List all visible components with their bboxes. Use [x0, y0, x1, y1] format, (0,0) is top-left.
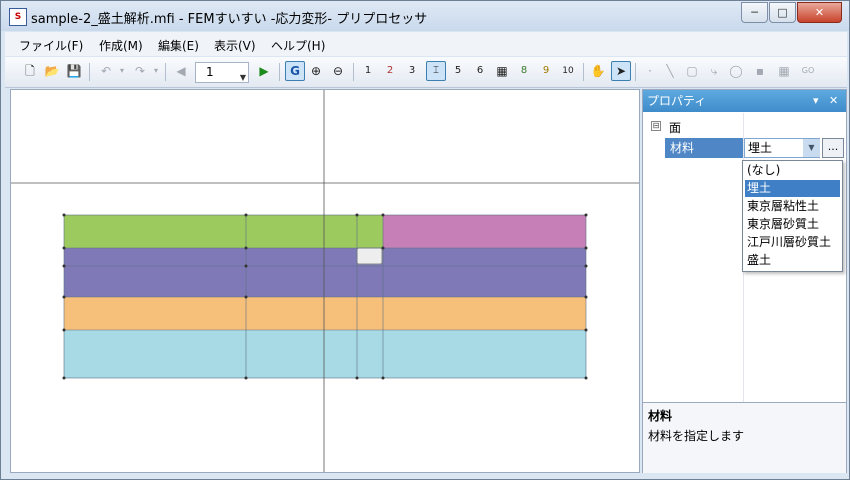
dropdown-option[interactable]: 東京層砂質土	[745, 216, 840, 233]
point-icon[interactable]: ·	[641, 62, 659, 80]
dropdown-option-selected[interactable]: 埋土	[745, 180, 840, 197]
title-bar: S sample-2_盛土解析.mfi - FEMすいすい -応力変形- プリプ…	[1, 1, 849, 31]
dropdown-option[interactable]: 江戸川層砂質土	[745, 234, 840, 251]
new-file-icon[interactable]: 🗋	[21, 62, 39, 80]
toolbar-separator	[583, 63, 584, 81]
mesh-region-tokyo-clay[interactable]	[64, 266, 586, 297]
description-title: 材料	[648, 409, 673, 423]
zoom-in-icon[interactable]: ⊕	[307, 62, 325, 80]
next-page-icon[interactable]: ▶	[255, 62, 273, 80]
chevron-down-icon[interactable]: ▾	[147, 62, 165, 80]
close-icon[interactable]: ✕	[829, 90, 838, 112]
dropdown-option[interactable]: 東京層粘性土	[745, 198, 840, 215]
menu-edit[interactable]: 編集(E)	[158, 37, 199, 54]
close-button[interactable]: ✕	[797, 2, 842, 23]
hand-pan-icon[interactable]: ✋	[589, 62, 607, 80]
properties-header: プロパティ ▾ ✕	[643, 90, 846, 112]
dimension-icon[interactable]: ⌶	[426, 61, 446, 81]
toolbar-separator	[89, 63, 90, 81]
mesh-canvas[interactable]	[10, 89, 640, 473]
menu-help[interactable]: ヘルプ(H)	[271, 37, 325, 54]
number-materials-icon[interactable]: 2	[381, 62, 399, 80]
chevron-down-icon[interactable]: ▼	[803, 139, 820, 157]
menu-view[interactable]: 表示(V)	[214, 37, 256, 54]
open-folder-icon[interactable]: 📂	[43, 62, 61, 80]
chevron-down-icon[interactable]: ▾	[113, 62, 131, 80]
minimize-button[interactable]: ─	[741, 2, 768, 23]
rectangle-icon[interactable]: ▢	[683, 62, 701, 80]
table-icon[interactable]: ▦	[493, 62, 511, 80]
more-options-button[interactable]: ...	[822, 138, 844, 158]
number-elements-icon[interactable]: 3	[403, 62, 421, 80]
label-six-icon[interactable]: 6	[471, 62, 489, 80]
material-dropdown-list: (なし) 埋土 東京層粘性土 東京層砂質土 江戸川層砂質土 盛土	[742, 160, 843, 272]
zoom-out-icon[interactable]: ⊖	[329, 62, 347, 80]
property-description: 材料 材料を指定します	[643, 402, 846, 473]
window-title: sample-2_盛土解析.mfi - FEMすいすい -応力変形- プリプロセ…	[31, 12, 428, 27]
line-icon[interactable]: ╲	[661, 62, 679, 80]
menu-bar: ファイル(F) 作成(M) 編集(E) 表示(V) ヘルプ(H)	[5, 32, 847, 56]
property-category[interactable]: ⊟ 面	[643, 118, 846, 136]
chevron-down-icon: ▼	[239, 73, 246, 82]
toolbar-separator	[165, 63, 166, 81]
mesh-grid-icon[interactable]: ▦	[775, 62, 793, 80]
toolbar-separator	[635, 63, 636, 81]
toolbar: 🗋 📂 💾 ↶ ▾ ↷ ▾ ◀ ▶ G ⊕ ⊖ 1 2 3 ⌶ 5 6 ▦ 8 …	[5, 57, 847, 88]
menu-file[interactable]: ファイル(F)	[19, 37, 83, 54]
label-nine-icon[interactable]: 9	[537, 62, 555, 80]
mesh-region-edogawa-sand[interactable]	[64, 330, 586, 378]
selected-element[interactable]	[356, 247, 383, 265]
description-text: 材料を指定します	[648, 429, 745, 443]
page-number-value: 1	[206, 65, 214, 79]
dropdown-option[interactable]: (なし)	[745, 162, 840, 179]
label-five-icon[interactable]: 5	[449, 62, 467, 80]
material-property-row[interactable]: 材料 埋土 ▼ ...	[643, 138, 846, 158]
save-icon[interactable]: 💾	[65, 62, 83, 80]
collapse-icon[interactable]: ⊟	[651, 121, 661, 131]
app-window: S sample-2_盛土解析.mfi - FEMすいすい -応力変形- プリプ…	[0, 0, 850, 480]
material-property-label: 材料	[665, 138, 743, 158]
mesh-region-tokyo-clay[interactable]	[64, 248, 586, 266]
app-icon: S	[9, 8, 27, 26]
label-eight-icon[interactable]: 8	[515, 62, 533, 80]
toolbar-separator	[279, 63, 280, 81]
pointer-icon[interactable]: ➤	[611, 61, 631, 81]
number-nodes-icon[interactable]: 1	[359, 62, 377, 80]
maximize-button[interactable]: □	[769, 2, 796, 23]
prev-page-icon[interactable]: ◀	[172, 62, 190, 80]
pin-icon[interactable]: ▾	[813, 90, 819, 112]
dropdown-option[interactable]: 盛土	[745, 252, 840, 269]
menu-create[interactable]: 作成(M)	[99, 37, 143, 54]
properties-panel: プロパティ ▾ ✕ ⊟ 面 材料 埋土 ▼ ... 材料 材料を指定します	[642, 89, 847, 473]
go-icon[interactable]: GO	[799, 62, 817, 80]
circle-icon[interactable]: ◯	[727, 62, 745, 80]
label-ten-icon[interactable]: 10	[559, 62, 577, 80]
category-label: 面	[669, 121, 682, 135]
mesh-region-fill-soil[interactable]	[64, 215, 383, 248]
brush-icon[interactable]: ▪	[751, 62, 769, 80]
mesh-drawing	[11, 90, 639, 472]
page-number-selector[interactable]: 1 ▼	[195, 62, 249, 83]
properties-title: プロパティ	[647, 94, 707, 108]
mesh-region-embankment[interactable]	[383, 215, 586, 248]
arc-icon[interactable]: ⤷	[705, 62, 723, 80]
toolbar-separator	[353, 63, 354, 81]
mesh-region-tokyo-sand[interactable]	[64, 297, 586, 330]
grid-snap-icon[interactable]: G	[285, 61, 305, 81]
